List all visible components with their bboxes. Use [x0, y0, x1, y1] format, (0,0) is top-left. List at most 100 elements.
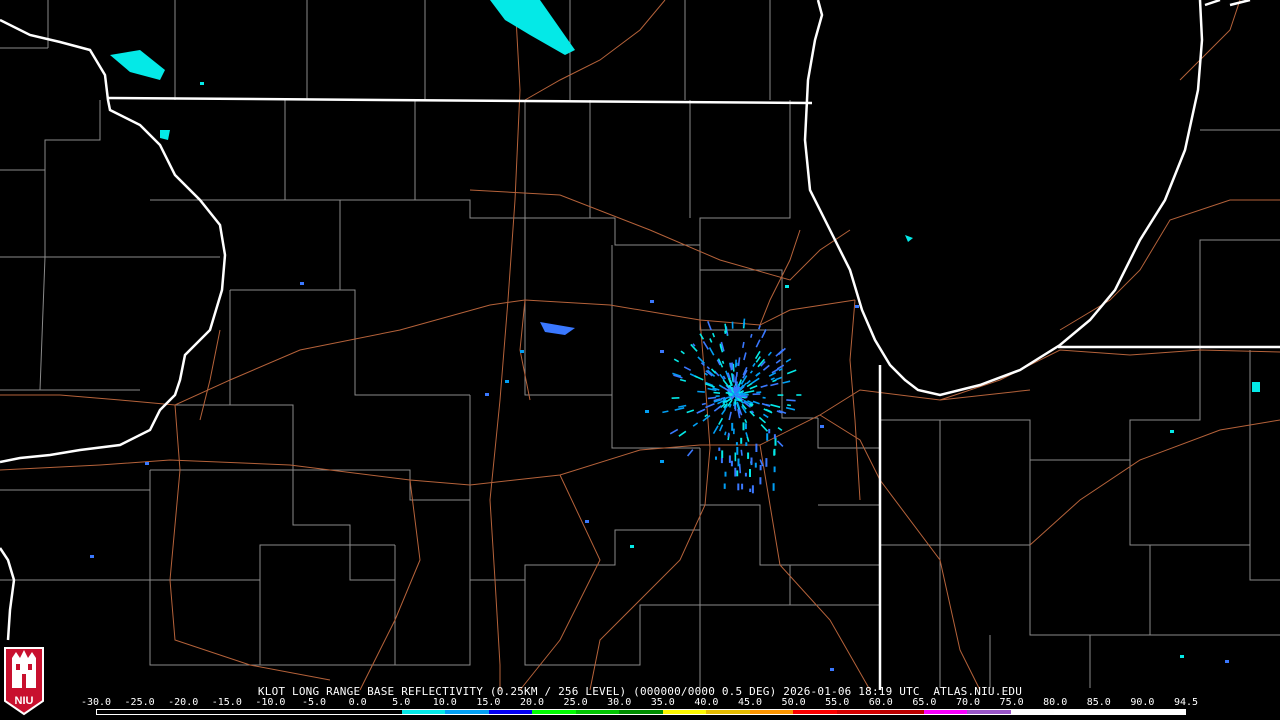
echo-speck [760, 424, 769, 432]
echo-speck [650, 300, 654, 303]
scale-label: 30.0 [607, 697, 632, 708]
scale-label: -20.0 [168, 697, 199, 708]
scale-swatch [1141, 710, 1185, 714]
echo-speck [300, 282, 304, 285]
echo-speck [785, 285, 789, 288]
echo-speck [708, 347, 715, 356]
echo-speck [728, 411, 732, 421]
echo-speck [730, 460, 733, 467]
scale-label: -5.0 [301, 697, 327, 708]
echo-speck [750, 333, 753, 338]
echo-speck [694, 375, 704, 381]
echo-speck [786, 369, 797, 375]
echo-speck [774, 437, 777, 446]
echo-speck [749, 488, 752, 492]
niu-logo: NIU [4, 647, 44, 716]
scale-swatch [532, 710, 576, 714]
echo-speck [630, 545, 634, 548]
echo-speck [718, 384, 725, 389]
scale-label: 20.0 [519, 697, 545, 708]
echo-speck [660, 460, 664, 463]
echo-speck [776, 364, 785, 370]
echo-cluster-north [490, 0, 575, 55]
echo-speck [745, 442, 748, 446]
echo-speck [773, 466, 776, 473]
scale-label: 94.5 [1173, 697, 1199, 708]
echo-speck [785, 358, 792, 363]
echo-speck [729, 362, 733, 371]
echo-speck [855, 305, 859, 308]
echo-speck [721, 450, 724, 458]
scale-swatch [401, 710, 446, 714]
scale-label: 75.0 [999, 697, 1024, 708]
echo-speck [720, 457, 723, 464]
echo-speck [713, 391, 721, 394]
echo-speck [785, 406, 796, 411]
scale-swatch [923, 710, 968, 714]
echo-dot-lake [905, 235, 913, 242]
echo-speck [692, 422, 699, 427]
echo-cluster-northwest [110, 50, 165, 80]
echo-dot-nw2 [160, 130, 170, 140]
echo-speck [90, 555, 94, 558]
echo-speck [723, 483, 726, 489]
echo-speck [738, 463, 742, 474]
echo-speck [718, 417, 724, 426]
scale-label: 60.0 [868, 697, 893, 708]
echo-speck [777, 426, 783, 432]
echo-speck [751, 485, 754, 494]
echo-speck [200, 82, 204, 85]
echo-speck [505, 380, 509, 383]
echo-speck [758, 416, 767, 424]
scale-label: 5.0 [392, 697, 411, 708]
echo-speck [732, 374, 735, 383]
scale-label: 80.0 [1043, 697, 1068, 708]
echo-speck [734, 376, 737, 384]
echo-speck [744, 472, 747, 477]
echo-speck [737, 458, 740, 467]
scale-label: 40.0 [694, 697, 719, 708]
scale-label: 70.0 [955, 697, 981, 708]
scale-label: 85.0 [1086, 697, 1111, 708]
echo-speck [755, 443, 758, 452]
echo-speck [704, 372, 708, 376]
echo-speck [820, 425, 824, 428]
echo-speck [830, 668, 834, 671]
echo-speck [724, 471, 727, 477]
scale-swatch [1054, 710, 1098, 714]
echo-speck [776, 440, 784, 447]
echo-speck [724, 431, 727, 436]
echo-speck [740, 437, 743, 444]
scale-swatch [227, 710, 272, 714]
echo-speck [775, 376, 783, 381]
echo-speck [679, 378, 687, 382]
scale-swatch [445, 710, 489, 714]
echo-speck [742, 318, 746, 327]
echo-speck [145, 462, 149, 465]
echo-speck [747, 452, 750, 459]
echo-speck [770, 403, 781, 408]
echo-speck [749, 385, 758, 390]
scale-swatch [271, 710, 315, 714]
scale-swatch [314, 710, 359, 714]
scale-swatch [619, 710, 663, 714]
scale-swatch [836, 710, 881, 714]
scale-label: 90.0 [1130, 697, 1155, 708]
echo-speck [721, 408, 727, 415]
echo-speck [751, 377, 760, 384]
echo-speck [1180, 655, 1184, 658]
echo-speck [645, 410, 649, 413]
radar-map [0, 0, 1280, 691]
radar-echoes [90, 82, 1229, 671]
echo-speck [768, 428, 771, 434]
echo-speck [745, 432, 749, 438]
echo-speck [770, 382, 779, 387]
echo-speck [707, 321, 712, 331]
echo-speck [760, 384, 768, 388]
echo-speck [742, 341, 745, 349]
scale-swatch [184, 710, 228, 714]
scale-swatch [706, 710, 750, 714]
echo-speck [752, 362, 756, 367]
scale-label: 10.0 [432, 697, 457, 708]
echo-speck [702, 340, 709, 350]
